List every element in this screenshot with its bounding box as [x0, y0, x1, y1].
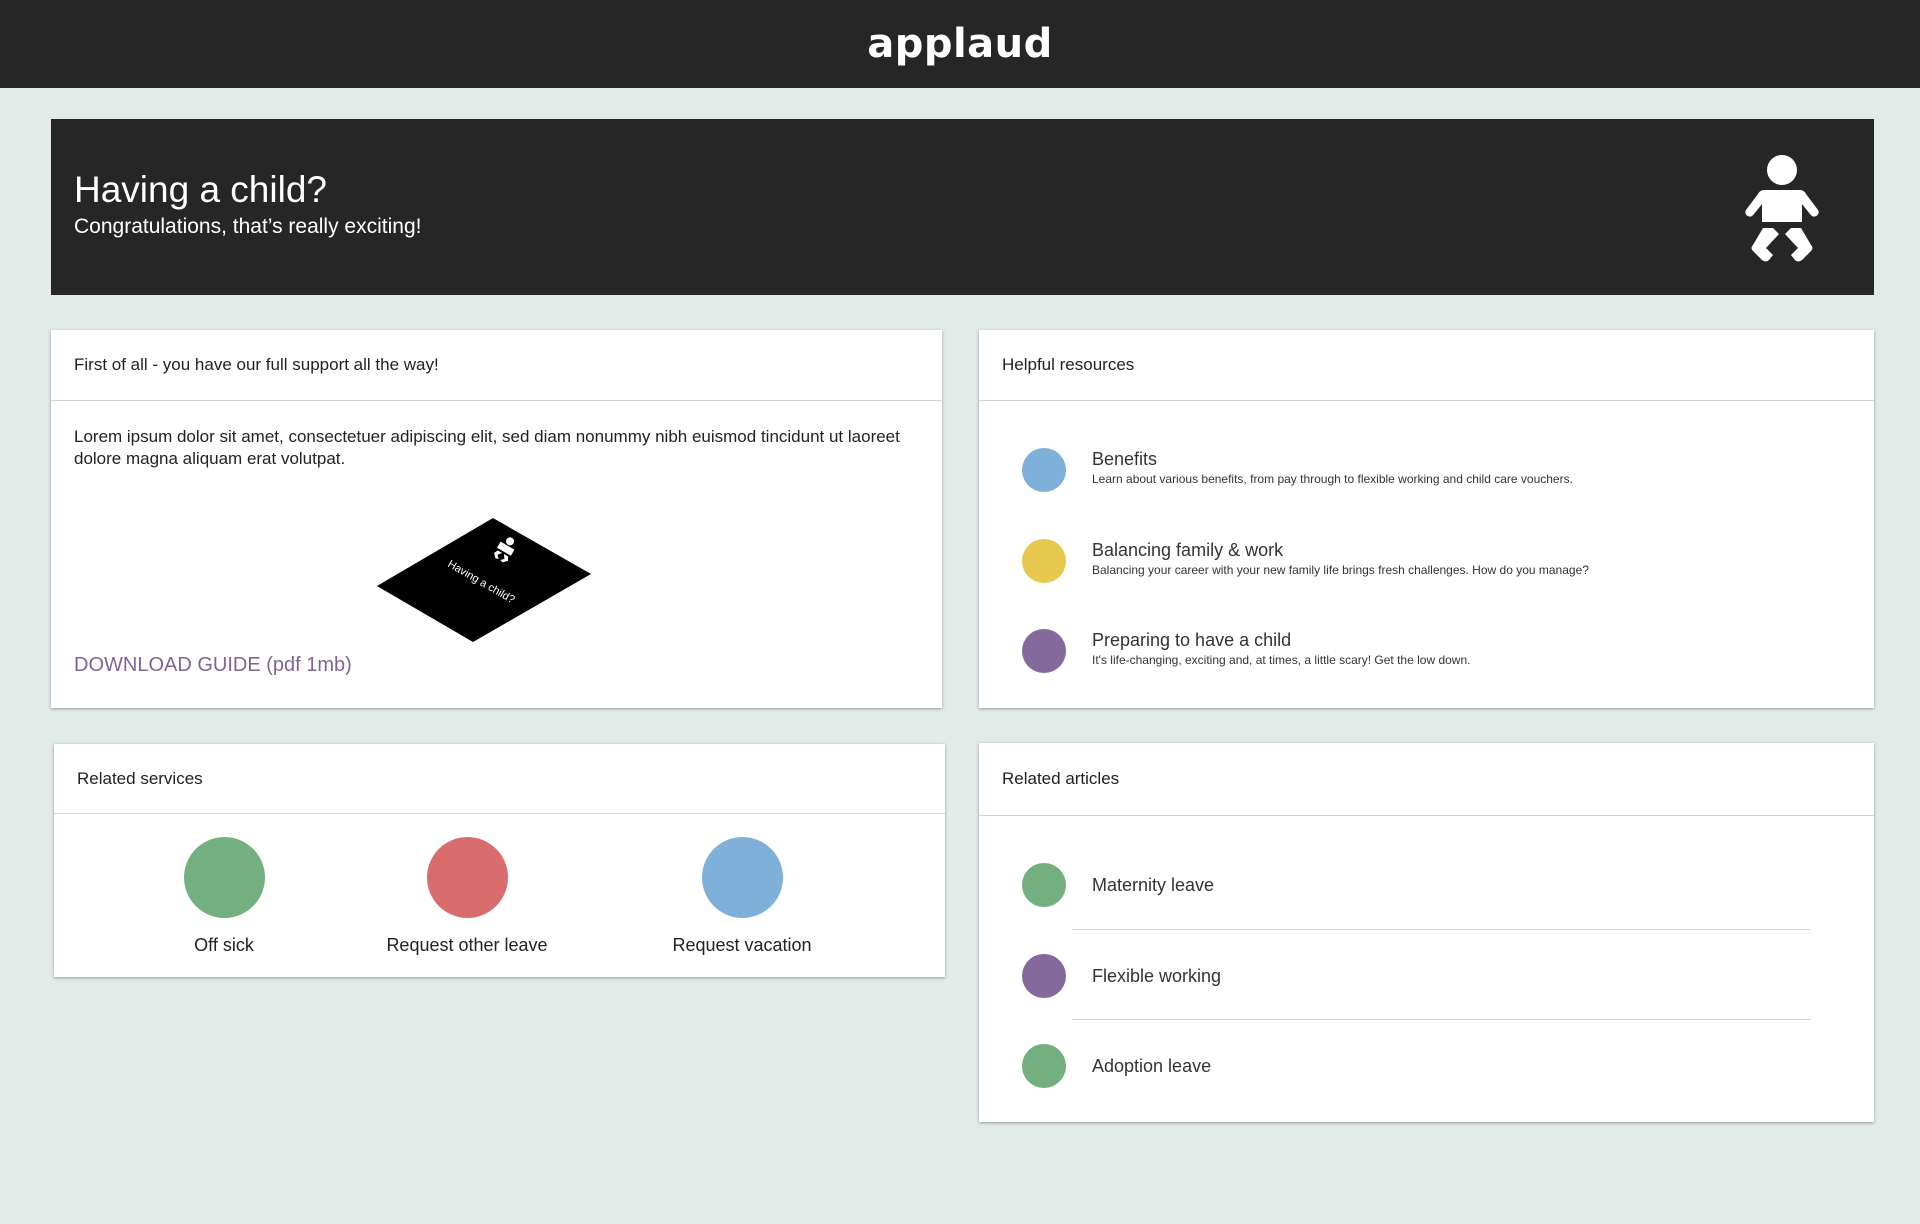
article-flexible-working[interactable]: Flexible working: [1022, 954, 1221, 998]
page-subtitle: Congratulations, that’s really exciting!: [74, 215, 422, 238]
article-label: Flexible working: [1092, 965, 1222, 986]
baby-icon: [1745, 155, 1819, 262]
support-heading: First of all - you have our full support…: [51, 330, 942, 401]
resource-dot: [1022, 539, 1066, 583]
resource-desc: Learn about various benefits, from pay t…: [1092, 472, 1573, 486]
hero-banner: Having a child? Congratulations, that’s …: [51, 119, 1874, 295]
articles-heading: Related articles: [979, 743, 1874, 816]
service-dot: [701, 837, 783, 918]
related-services-card: Related services Off sick Request other …: [54, 744, 945, 977]
resources-heading: Helpful resources: [979, 330, 1874, 401]
resource-desc: It's life-changing, exciting and, at tim…: [1092, 653, 1471, 667]
guide-booklet-image[interactable]: Having a child?: [375, 514, 595, 644]
resource-dot: [1022, 448, 1066, 492]
article-label: Adoption leave: [1092, 1055, 1212, 1076]
helpful-resources-card: Helpful resources Benefits Learn about v…: [979, 330, 1874, 708]
service-off-sick[interactable]: Off sick: [124, 837, 324, 956]
service-request-vacation[interactable]: Request vacation: [642, 837, 842, 956]
article-maternity-leave[interactable]: Maternity leave: [1022, 863, 1214, 907]
support-card: First of all - you have our full support…: [51, 330, 942, 708]
article-dot: [1022, 1044, 1066, 1088]
resource-dot: [1022, 629, 1066, 673]
service-label: Off sick: [194, 935, 254, 955]
resource-item-benefits[interactable]: Benefits Learn about various benefits, f…: [1022, 448, 1573, 492]
article-divider: [1072, 1019, 1810, 1020]
service-request-other-leave[interactable]: Request other leave: [367, 837, 567, 956]
resource-title: Benefits: [1092, 449, 1158, 469]
resource-title: Preparing to have a child: [1092, 630, 1292, 650]
article-dot: [1022, 863, 1066, 907]
article-label: Maternity leave: [1092, 874, 1215, 895]
service-label: Request other leave: [386, 935, 548, 955]
article-divider: [1072, 929, 1810, 930]
article-adoption-leave[interactable]: Adoption leave: [1022, 1044, 1211, 1088]
resource-item-balancing[interactable]: Balancing family & work Balancing your c…: [1022, 539, 1589, 583]
download-guide-link[interactable]: DOWNLOAD GUIDE (pdf 1mb): [74, 654, 352, 677]
service-dot: [426, 837, 508, 918]
resource-title: Balancing family & work: [1092, 540, 1284, 560]
related-articles-card: Related articles Maternity leave Flexibl…: [979, 743, 1874, 1122]
resource-item-preparing[interactable]: Preparing to have a child It's life-chan…: [1022, 629, 1470, 673]
service-dot: [183, 837, 265, 918]
resource-desc: Balancing your career with your new fami…: [1092, 563, 1589, 577]
service-label: Request vacation: [672, 935, 812, 955]
page-title: Having a child?: [74, 169, 327, 210]
applaud-logo[interactable]: applaud: [867, 21, 1053, 67]
support-body: Lorem ipsum dolor sit amet, consectetuer…: [74, 427, 900, 468]
article-dot: [1022, 954, 1066, 998]
services-heading: Related services: [54, 744, 945, 814]
top-bar: applaud: [0, 0, 1920, 88]
